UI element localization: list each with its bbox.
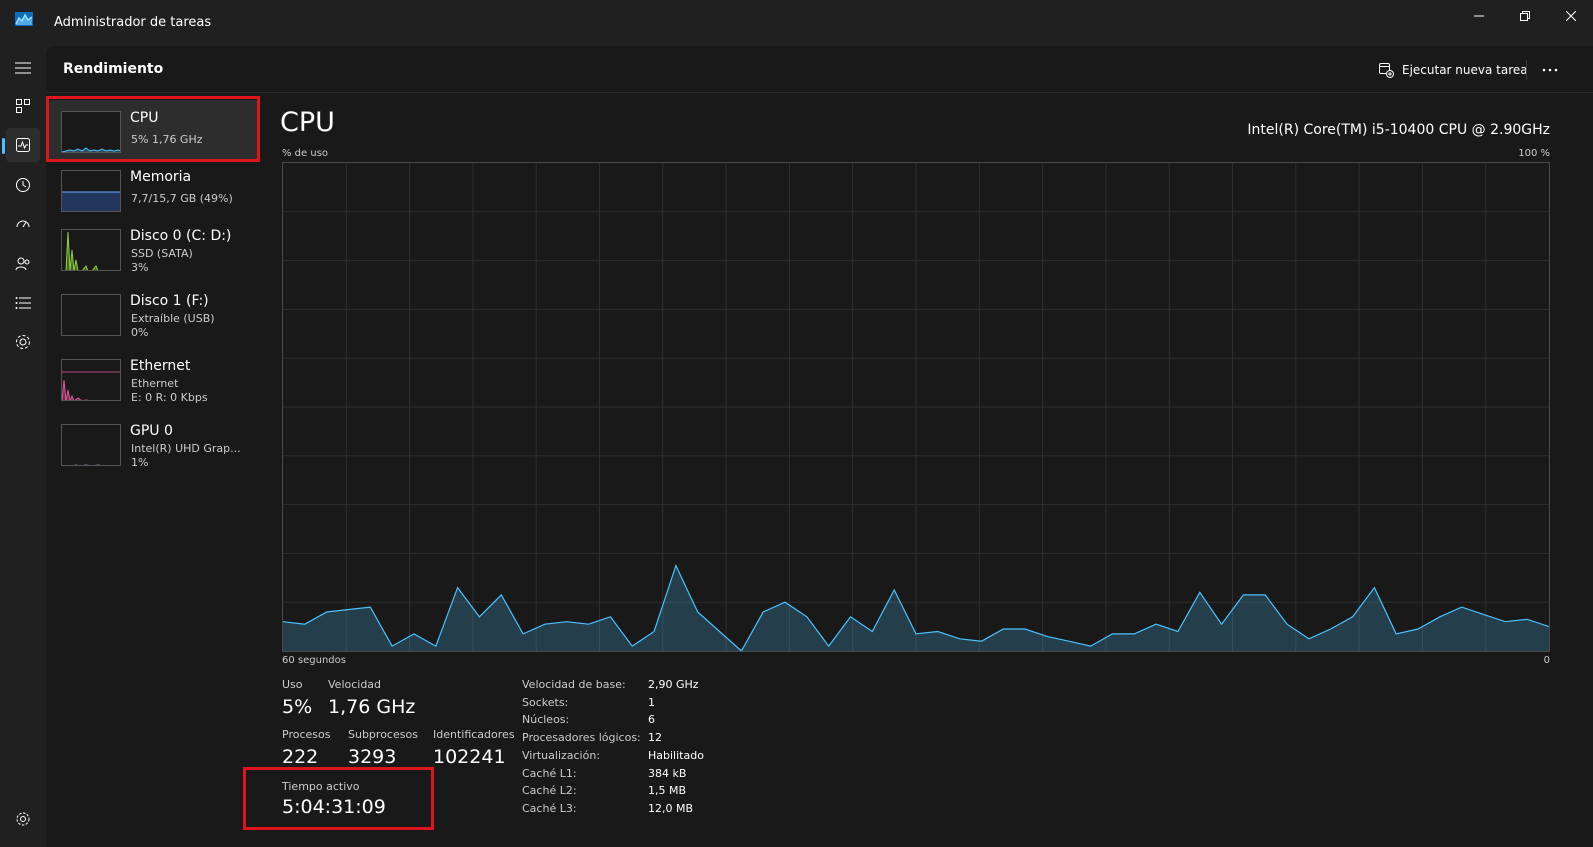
speed-value: 1,76 GHz xyxy=(328,696,416,718)
task-manager-icon xyxy=(15,12,33,26)
graph-max-label: 100 % xyxy=(1518,148,1550,159)
graph-y-label: % de uso xyxy=(282,148,329,159)
usage-value: 5% xyxy=(282,696,313,718)
spec-label-l2-cache: Caché L2: xyxy=(522,784,577,797)
cpu-model: Intel(R) Core(TM) i5-10400 CPU @ 2.90GHz xyxy=(1247,122,1550,138)
device-disk-1[interactable]: Disco 1 (F:) Extraíble (USB) 0% xyxy=(48,283,259,345)
device-throughput: E: 0 R: 0 Kbps xyxy=(131,391,208,404)
startup-icon xyxy=(16,220,30,228)
device-list: CPU 5% 1,76 GHz Memoria 7,7/15,7 GB (49%… xyxy=(46,94,271,847)
gear-icon xyxy=(16,812,30,826)
device-usage: 0% xyxy=(131,326,149,339)
spec-label-cores: Núcleos: xyxy=(522,713,570,726)
handles-value: 102241 xyxy=(433,746,506,768)
nav-processes[interactable] xyxy=(6,89,40,123)
device-detail: 7,7/15,7 GB (49%) xyxy=(131,192,233,205)
nav-services[interactable] xyxy=(6,325,40,359)
graph-time-right-label: 0 xyxy=(1543,655,1550,666)
device-detail: SSD (SATA) xyxy=(131,247,193,260)
restore-button[interactable] xyxy=(1502,0,1548,32)
processes-icon xyxy=(16,99,30,113)
history-icon xyxy=(16,178,30,192)
nav-performance[interactable] xyxy=(6,128,40,162)
device-thumbnail xyxy=(61,229,121,271)
restore-icon xyxy=(1520,11,1530,21)
run-new-task-button[interactable]: Ejecutar nueva tarea xyxy=(1371,56,1536,84)
title-bar: Administrador de tareas xyxy=(0,0,1593,46)
device-name: GPU 0 xyxy=(130,423,173,439)
spec-value-l1-cache: 384 kB xyxy=(648,767,687,780)
spec-value-sockets: 1 xyxy=(648,696,655,709)
device-memory[interactable]: Memoria 7,7/15,7 GB (49%) xyxy=(48,159,259,221)
device-thumbnail xyxy=(61,359,121,401)
nav-startup-apps[interactable] xyxy=(6,207,40,241)
cpu-usage-graph xyxy=(282,162,1550,652)
device-detail: Ethernet xyxy=(131,377,179,390)
close-button[interactable] xyxy=(1548,0,1593,32)
navigation-rail xyxy=(0,46,46,847)
device-name: Disco 0 (C: D:) xyxy=(130,228,232,244)
device-name: Ethernet xyxy=(130,358,191,374)
device-name: Memoria xyxy=(130,169,192,185)
page-title: CPU xyxy=(280,107,335,138)
spec-value-l3-cache: 12,0 MB xyxy=(648,802,694,815)
device-usage: 1% xyxy=(131,456,149,469)
content-area: Rendimiento Ejecutar nueva tarea CPU 5% … xyxy=(46,46,1593,847)
spec-label-sockets: Sockets: xyxy=(522,696,569,709)
spec-label-virtualization: Virtualización: xyxy=(522,749,601,762)
handles-label: Identificadores xyxy=(433,728,515,741)
device-gpu-0[interactable]: GPU 0 Intel(R) UHD Grap... 1% xyxy=(48,413,259,475)
device-usage: 3% xyxy=(131,261,149,274)
threads-label: Subprocesos xyxy=(348,728,418,741)
close-icon xyxy=(1566,11,1576,21)
threads-value: 3293 xyxy=(348,746,397,768)
speed-label: Velocidad xyxy=(328,678,382,691)
services-icon xyxy=(16,335,30,349)
usage-label: Uso xyxy=(282,678,303,691)
settings-button[interactable] xyxy=(6,802,40,836)
processes-label: Procesos xyxy=(282,728,331,741)
spec-value-l2-cache: 1,5 MB xyxy=(648,784,687,797)
more-icon xyxy=(1542,68,1558,72)
run-new-task-label: Ejecutar nueva tarea xyxy=(1402,63,1528,77)
minimize-icon xyxy=(1474,15,1484,17)
spec-label-l1-cache: Caché L1: xyxy=(522,767,577,780)
processes-value: 222 xyxy=(282,746,319,768)
highlight-uptime xyxy=(243,767,434,830)
spec-value-cores: 6 xyxy=(648,713,655,726)
device-detail: Intel(R) UHD Grap... xyxy=(131,442,241,455)
spec-value-virtualization: Habilitado xyxy=(648,749,704,762)
more-options-button[interactable] xyxy=(1536,58,1564,82)
header-divider xyxy=(1526,60,1527,80)
spec-value-base-speed: 2,90 GHz xyxy=(648,678,699,691)
nav-details[interactable] xyxy=(6,286,40,320)
nav-app-history[interactable] xyxy=(6,168,40,202)
header-bar: Rendimiento Ejecutar nueva tarea xyxy=(46,46,1593,93)
new-task-icon xyxy=(1379,62,1394,78)
device-disk-0[interactable]: Disco 0 (C: D:) SSD (SATA) 3% xyxy=(48,218,259,280)
hamburger-menu-button[interactable] xyxy=(6,51,40,85)
details-icon xyxy=(15,297,31,309)
performance-icon xyxy=(16,138,30,152)
window-title: Administrador de tareas xyxy=(54,15,212,30)
device-thumbnail xyxy=(61,424,121,466)
device-thumbnail xyxy=(61,294,121,336)
active-indicator xyxy=(2,138,5,154)
device-name: Disco 1 (F:) xyxy=(130,293,209,309)
device-ethernet[interactable]: Ethernet Ethernet E: 0 R: 0 Kbps xyxy=(48,348,259,410)
spec-label-logical-processors: Procesadores lógicos: xyxy=(522,731,641,744)
spec-value-logical-processors: 12 xyxy=(648,731,662,744)
device-thumbnail xyxy=(61,170,121,212)
section-title: Rendimiento xyxy=(63,61,164,77)
minimize-button[interactable] xyxy=(1456,0,1502,32)
spec-label-l3-cache: Caché L3: xyxy=(522,802,577,815)
nav-users[interactable] xyxy=(6,247,40,281)
hamburger-icon xyxy=(15,62,31,74)
highlight-cpu-item xyxy=(46,96,260,162)
users-icon xyxy=(15,257,30,271)
device-detail: Extraíble (USB) xyxy=(131,312,215,325)
graph-time-left-label: 60 segundos xyxy=(282,655,346,666)
spec-label-base-speed: Velocidad de base: xyxy=(522,678,626,691)
cpu-graph-svg xyxy=(282,163,1550,652)
